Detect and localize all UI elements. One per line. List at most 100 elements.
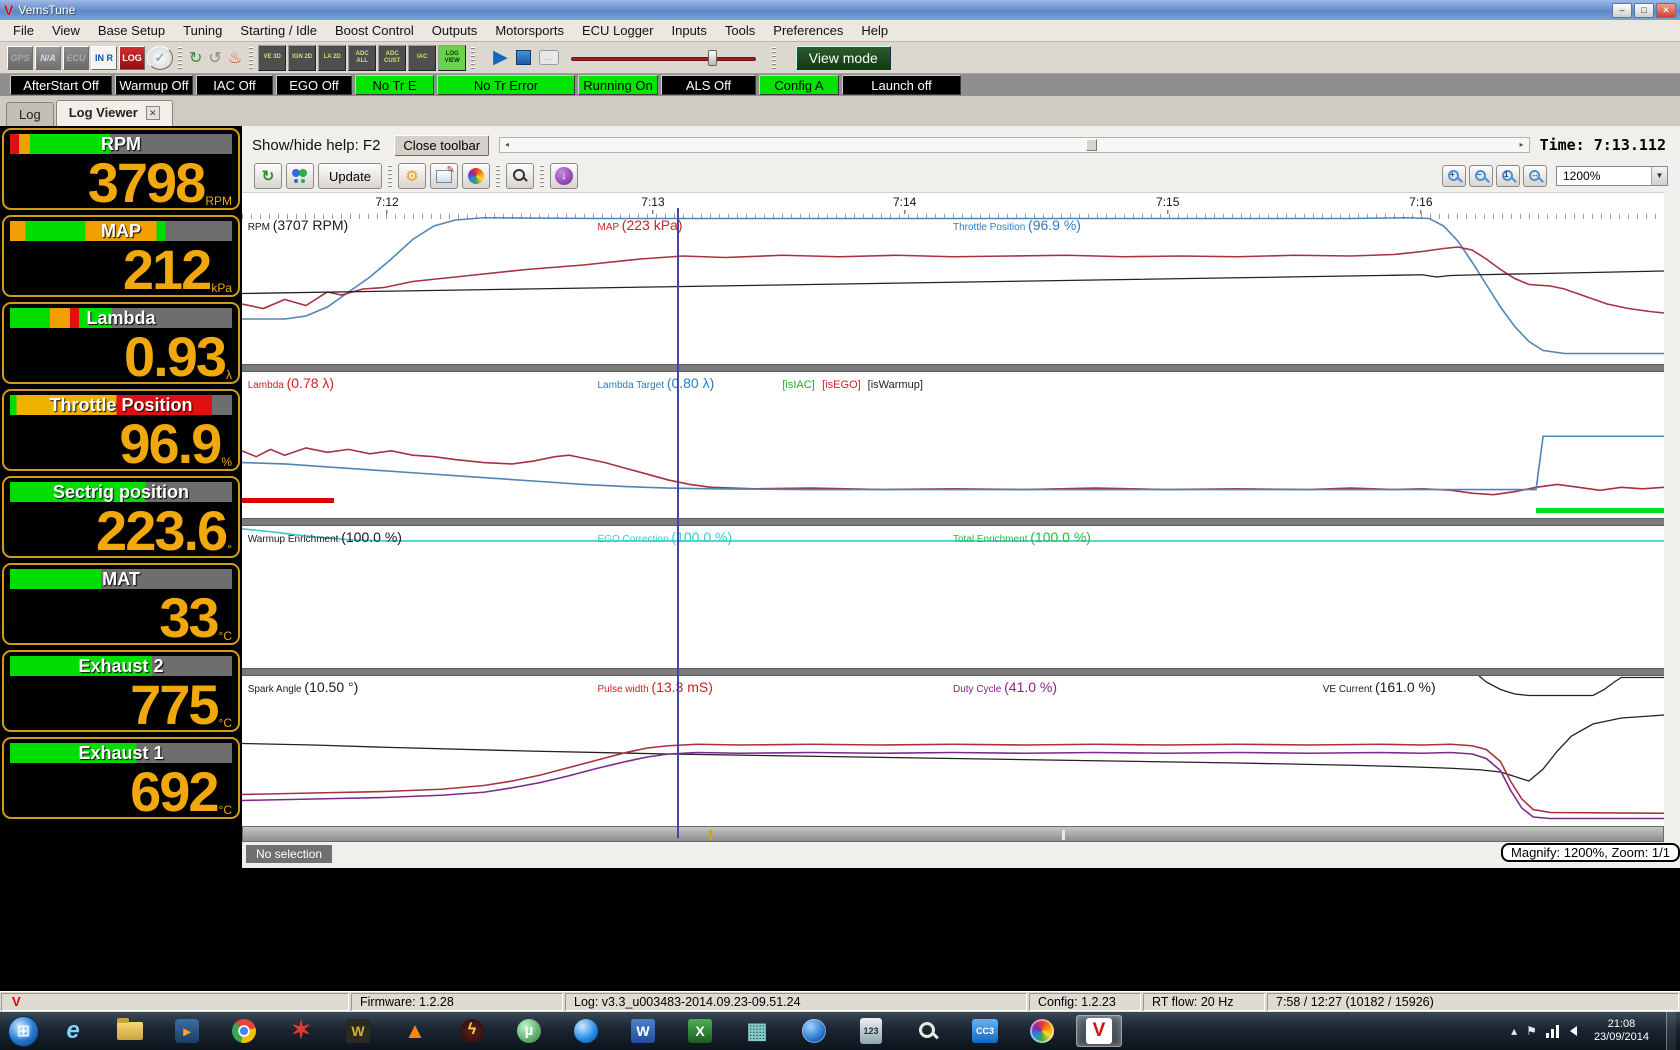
network-icon[interactable] xyxy=(1545,1024,1561,1038)
tab-bar: Log Log Viewer ✕ xyxy=(0,96,1680,126)
red-burst-icon[interactable]: ✶ xyxy=(278,1015,324,1047)
menu-item-file[interactable]: File xyxy=(4,21,43,40)
cc3-icon[interactable]: CC3 xyxy=(962,1015,1008,1047)
toolbar-gps-button[interactable]: GPS xyxy=(7,45,33,70)
search-button[interactable] xyxy=(505,163,534,189)
toolbar-n-a-button[interactable]: N/A xyxy=(35,45,61,70)
menu-item-inputs[interactable]: Inputs xyxy=(663,21,716,40)
gauge-sectrig-position: Sectrig position 223.6 ° xyxy=(2,476,240,559)
volume-icon[interactable] xyxy=(1569,1026,1577,1036)
chart-panel-3[interactable]: Warmup Enrichment (100.0 %) EGO Correctio… xyxy=(242,526,1664,668)
zoom-fit-button[interactable]: ↔ xyxy=(1523,165,1547,187)
map-button-log-view[interactable]: LOG VIEW xyxy=(438,44,467,71)
slider-thumb[interactable] xyxy=(707,49,717,66)
time-axis: 7:12 7:13 7:14 7:15 7:16 xyxy=(242,192,1664,215)
menu-item-ecu-logger[interactable]: ECU Logger xyxy=(573,21,663,40)
folder-icon[interactable] xyxy=(107,1015,153,1047)
palette-icon[interactable] xyxy=(1019,1015,1065,1047)
chart-panel-2[interactable]: Lambda (0.78 λ) Lambda Target (0.80 λ) [is… xyxy=(242,372,1664,518)
stop-button[interactable] xyxy=(515,50,531,65)
utorrent-icon[interactable]: µ xyxy=(506,1015,552,1047)
comment-icon[interactable]: … xyxy=(538,50,559,65)
menu-item-boost-control[interactable]: Boost Control xyxy=(326,21,423,40)
menu-item-tuning[interactable]: Tuning xyxy=(174,21,231,40)
chart-panel-4[interactable]: Spark Angle (10.50 °) Pulse width (13.3 m… xyxy=(242,676,1664,826)
chrome-icon[interactable] xyxy=(221,1015,267,1047)
toolbar--button[interactable]: ✓ xyxy=(147,45,173,70)
search-tool-icon[interactable] xyxy=(905,1015,951,1047)
toolbar-log-button[interactable]: LOG xyxy=(119,45,145,70)
blue-orb-icon-glyph xyxy=(574,1019,598,1043)
channels-button[interactable] xyxy=(286,163,314,189)
export-button[interactable]: ↓ xyxy=(549,163,578,189)
map-button-iac[interactable]: IAC xyxy=(408,44,437,71)
show-desktop-button[interactable] xyxy=(1666,1012,1676,1050)
tank-game-icon[interactable]: W xyxy=(335,1015,381,1047)
menu-item-help[interactable]: Help xyxy=(852,21,897,40)
zoom-level-select[interactable]: 1200% ▼ xyxy=(1556,166,1668,186)
horizontal-scrollbar[interactable]: ◂ ▸ xyxy=(499,137,1530,153)
map-button-ve-3d[interactable]: VE 3D xyxy=(258,44,287,71)
reconnect-icon[interactable]: ↻ xyxy=(189,48,202,68)
minimize-button[interactable]: – xyxy=(1612,2,1632,18)
globe-icon[interactable] xyxy=(791,1015,837,1047)
tab-log-viewer[interactable]: Log Viewer ✕ xyxy=(55,100,173,126)
map-button-la-2d[interactable]: LA 2D xyxy=(318,44,347,71)
vlc-cone-icon[interactable]: ▲ xyxy=(392,1015,438,1047)
toolbar-in-r-button[interactable]: IN R xyxy=(91,45,117,70)
burn-icon[interactable]: ♨ xyxy=(228,48,242,68)
start-button[interactable]: ⊞ xyxy=(8,1015,39,1047)
action-center-icon[interactable]: ⚑ xyxy=(1526,1024,1537,1038)
scroll-left-icon[interactable]: ◂ xyxy=(500,138,514,152)
edit-chart-button[interactable] xyxy=(429,163,458,189)
update-button[interactable]: Update xyxy=(318,163,382,189)
menu-item-starting-idle[interactable]: Starting / Idle xyxy=(231,21,326,40)
chart-stack[interactable]: RPM (3707 RPM) MAP (223 kPa) Throttle Posi… xyxy=(242,214,1664,826)
sync-button[interactable]: ↻ xyxy=(254,163,282,189)
view-mode-button[interactable]: View mode xyxy=(795,45,891,70)
disconnect-icon[interactable]: ↺ xyxy=(208,48,221,68)
chart-panel-1[interactable]: RPM (3707 RPM) MAP (223 kPa) Throttle Posi… xyxy=(242,214,1664,364)
vemstune-icon[interactable]: V xyxy=(1076,1015,1122,1047)
media-player-icon[interactable]: ▸ xyxy=(164,1015,210,1047)
close-button[interactable]: ✕ xyxy=(1656,2,1676,18)
menu-item-base-setup[interactable]: Base Setup xyxy=(89,21,174,40)
taskbar-clock[interactable]: 21:08 23/09/2014 xyxy=(1586,1018,1657,1044)
colors-button[interactable] xyxy=(461,163,490,189)
zoom-in-button[interactable]: + xyxy=(1442,165,1466,187)
spreadsheet-icon[interactable]: ▦ xyxy=(734,1015,780,1047)
map-button-ign-2d[interactable]: IGN 2D xyxy=(288,44,317,71)
excel-icon[interactable]: X xyxy=(677,1015,723,1047)
blue-orb-icon[interactable] xyxy=(563,1015,609,1047)
calculator-icon[interactable]: 123 xyxy=(848,1015,894,1047)
status-cell-config-a: Config A xyxy=(759,75,839,95)
map-button-adc-all[interactable]: ADC ALL xyxy=(348,44,377,71)
magnify-badge: Magnify: 1200%, Zoom: 1/1 xyxy=(1501,843,1680,862)
close-toolbar-button[interactable]: Close toolbar xyxy=(394,134,490,156)
settings-button[interactable]: ⚙ xyxy=(397,163,426,189)
selection-bar[interactable] xyxy=(242,826,1664,842)
tray-expand-icon[interactable]: ▴ xyxy=(1511,1024,1517,1038)
toolbar-ecu-button[interactable]: ECU xyxy=(63,45,89,70)
tab-close-icon[interactable]: ✕ xyxy=(145,105,160,120)
internet-explorer-icon[interactable]: e xyxy=(50,1015,96,1047)
zoom-out-button[interactable]: − xyxy=(1469,165,1493,187)
scroll-right-icon[interactable]: ▸ xyxy=(1515,138,1529,152)
zoom-reset-button[interactable]: 1 xyxy=(1496,165,1520,187)
time-cursor[interactable] xyxy=(677,208,680,838)
tab-log[interactable]: Log xyxy=(6,102,54,126)
scrollbar-thumb[interactable] xyxy=(1086,139,1098,151)
level-bar xyxy=(1536,507,1664,513)
lightning-icon[interactable]: ϟ xyxy=(449,1015,495,1047)
menu-item-view[interactable]: View xyxy=(43,21,89,40)
map-button-adc-cust[interactable]: ADC CUST xyxy=(378,44,407,71)
maximize-button[interactable]: □ xyxy=(1634,2,1654,18)
word-icon[interactable]: W xyxy=(620,1015,666,1047)
menu-item-preferences[interactable]: Preferences xyxy=(764,21,852,40)
menu-item-motorsports[interactable]: Motorsports xyxy=(486,21,573,40)
replay-speed-slider[interactable] xyxy=(570,49,756,67)
menu-item-outputs[interactable]: Outputs xyxy=(423,21,487,40)
chart-series-svg xyxy=(242,214,1664,364)
play-button[interactable]: ▶ xyxy=(493,46,508,69)
menu-item-tools[interactable]: Tools xyxy=(716,21,764,40)
